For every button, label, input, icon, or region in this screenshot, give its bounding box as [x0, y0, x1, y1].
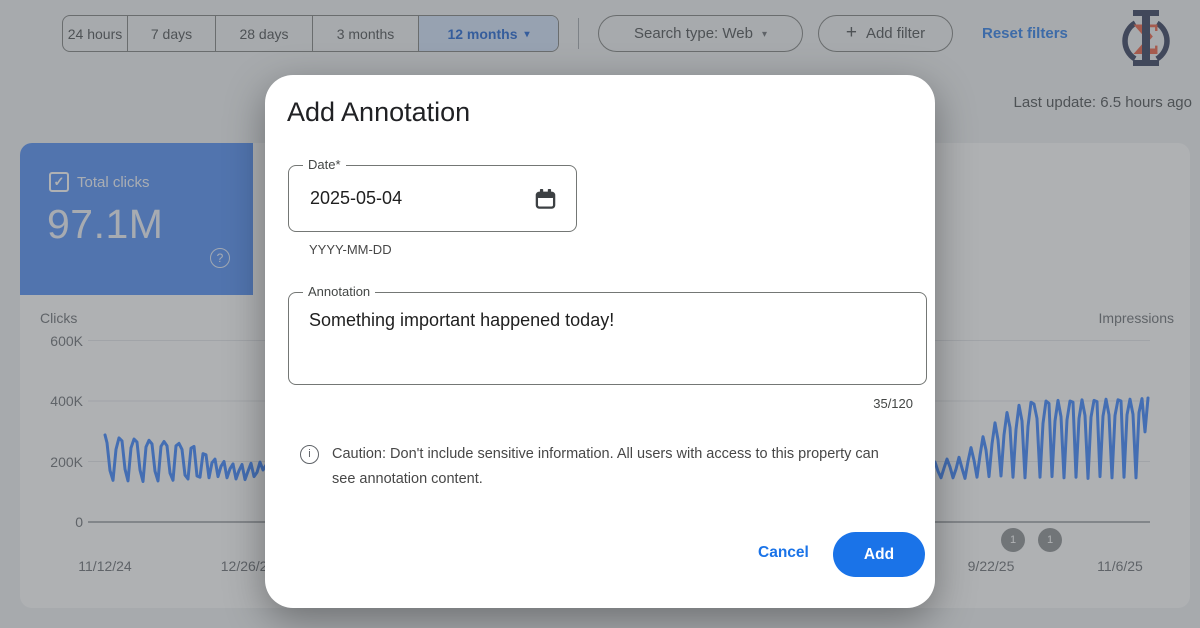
search-console-performance-screen: 24 hours 7 days 28 days 3 months 12 mont…: [0, 0, 1200, 628]
add-button[interactable]: Add: [833, 532, 925, 577]
date-input[interactable]: [310, 166, 500, 231]
add-annotation-dialog: Add Annotation Date* YYYY-MM-DD Annotati…: [265, 75, 935, 608]
date-format-helper: YYYY-MM-DD: [309, 242, 392, 257]
date-field[interactable]: Date*: [288, 165, 577, 232]
info-icon: i: [300, 445, 319, 464]
caution-text: Caution: Don't include sensitive informa…: [332, 442, 879, 492]
character-counter: 35/120: [288, 396, 913, 411]
calendar-icon[interactable]: [534, 187, 557, 210]
annotation-input[interactable]: Something important happened today!: [289, 293, 926, 384]
cancel-button[interactable]: Cancel: [748, 539, 819, 567]
dialog-title: Add Annotation: [287, 97, 470, 128]
annotation-field[interactable]: Annotation Something important happened …: [288, 292, 927, 385]
caution-note: i Caution: Don't include sensitive infor…: [300, 442, 879, 492]
caution-line-2: see annotation content.: [332, 467, 879, 492]
caution-line-1: Caution: Don't include sensitive informa…: [332, 442, 879, 467]
